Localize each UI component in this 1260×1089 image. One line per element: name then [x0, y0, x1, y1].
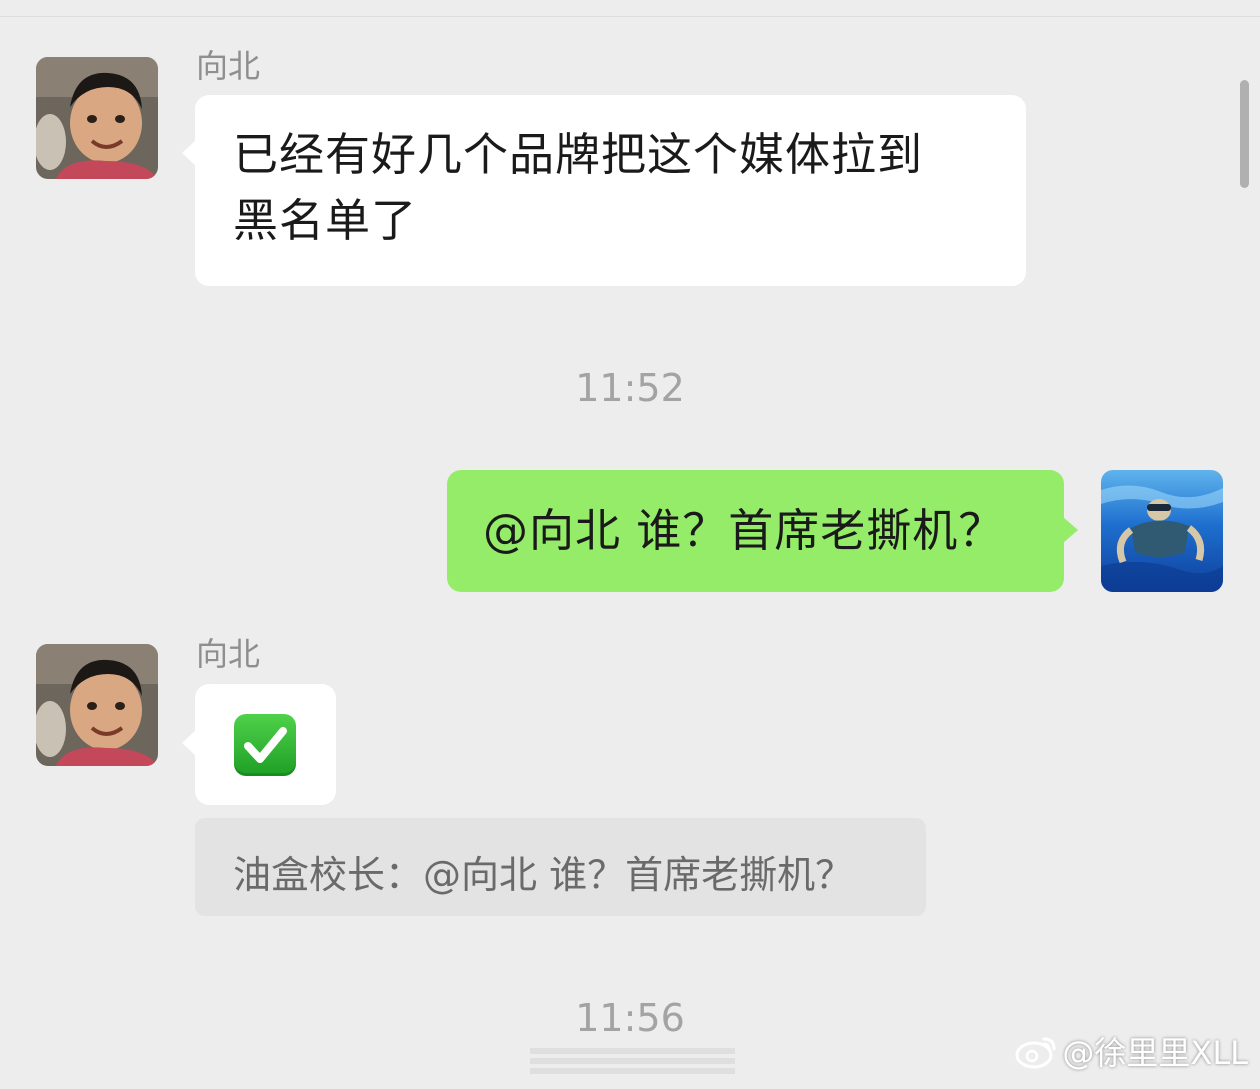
quoted-message[interactable]: 油盒校长：@向北 谁？首席老撕机？ [195, 818, 926, 916]
sender-name: 向北 [196, 47, 261, 85]
message-bubble[interactable]: 已经有好几个品牌把这个媒体拉到 黑名单了 [182, 95, 1026, 286]
message-text: @向北 谁？首席老撕机？ [483, 504, 1005, 557]
message-bubble[interactable] [182, 684, 336, 805]
scrollbar[interactable] [1240, 80, 1249, 188]
quoted-message-text: 油盒校长：@向北 谁？首席老撕机？ [233, 853, 854, 897]
weibo-logo-icon [1014, 1033, 1058, 1077]
watermark: @徐里里XLL [1014, 1028, 1248, 1077]
message-text-line: 黑名单了 [233, 194, 418, 247]
bubble-tail [182, 730, 196, 756]
top-divider [0, 16, 1260, 17]
message-timestamp: 11:52 [575, 366, 685, 410]
sender-name: 向北 [196, 635, 261, 673]
message-text-line: 已经有好几个品牌把这个媒体拉到 [233, 128, 924, 181]
self-avatar[interactable] [1101, 470, 1223, 592]
message-bubble-outgoing[interactable]: @向北 谁？首席老撕机？ [447, 470, 1078, 592]
watermark-text: @徐里里XLL [1062, 1034, 1248, 1072]
bubble-tail [182, 140, 196, 166]
sender-avatar[interactable] [36, 644, 158, 766]
sender-avatar[interactable] [36, 57, 158, 179]
bubble-tail [1063, 517, 1078, 543]
check-mark-icon [234, 714, 296, 776]
blurred-strip [530, 1044, 735, 1076]
